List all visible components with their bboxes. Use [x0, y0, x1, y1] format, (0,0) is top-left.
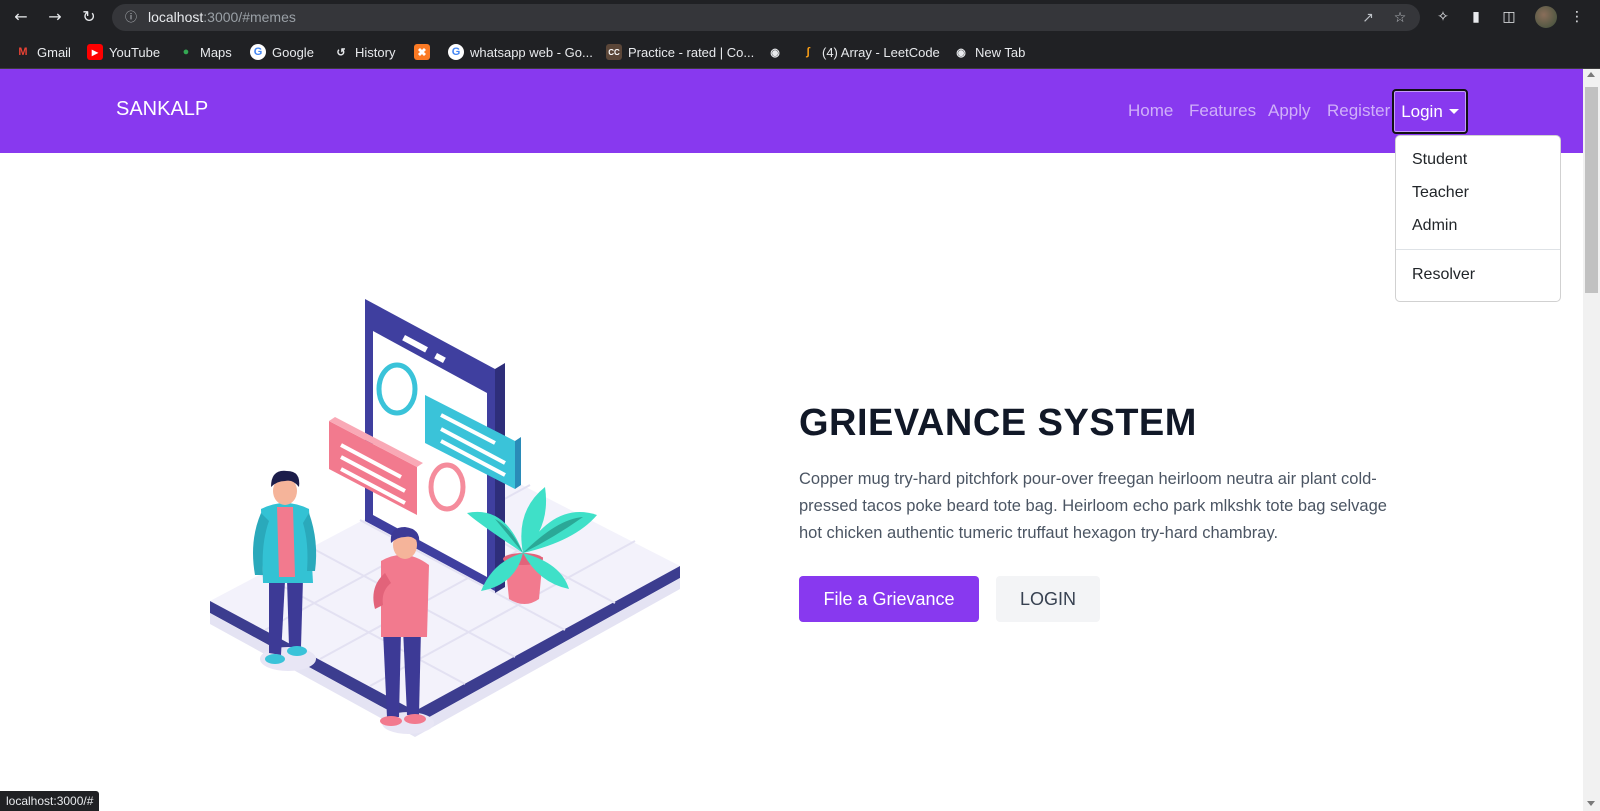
history-icon: ↺: [336, 46, 346, 59]
leetcode-icon: ∫: [806, 46, 810, 58]
person1-leg-right: [287, 579, 303, 647]
bookmark-youtube[interactable]: ▶ YouTube: [87, 42, 160, 62]
file-grievance-button[interactable]: File a Grievance: [799, 576, 979, 622]
scroll-up-arrow-icon[interactable]: [1587, 72, 1595, 77]
dropdown-item-admin[interactable]: Admin: [1412, 217, 1457, 235]
bookmark-whatsapp[interactable]: G whatsapp web - Go...: [448, 42, 593, 62]
person1-shirt: [277, 507, 295, 577]
nav-home[interactable]: Home: [1128, 101, 1173, 121]
side-panel-icon[interactable]: ◫: [1498, 6, 1520, 28]
page-scrollbar[interactable]: [1583, 69, 1600, 811]
bookmark-google[interactable]: G Google: [250, 42, 314, 62]
brand-logo[interactable]: SANKALP: [116, 98, 208, 121]
extensions-puzzle-icon[interactable]: ▮: [1465, 6, 1487, 28]
hero-login-button[interactable]: LOGIN: [996, 576, 1100, 622]
bookmark-leetcode[interactable]: ∫ (4) Array - LeetCode: [800, 42, 939, 62]
dropdown-item-student[interactable]: Student: [1412, 151, 1467, 169]
globe-icon: ◉: [770, 46, 780, 59]
person1-shoe-right: [287, 646, 307, 656]
status-bar-url: localhost:3000/#: [0, 791, 100, 811]
dropdown-item-resolver[interactable]: Resolver: [1412, 266, 1475, 284]
scroll-down-arrow-icon[interactable]: [1587, 801, 1595, 806]
card-teal-edge: [515, 437, 521, 489]
site-info-icon[interactable]: ⓘ: [122, 8, 140, 26]
address-bar[interactable]: ⓘ localhost:3000/#memes ↗ ☆: [112, 4, 1420, 31]
person2-shoe-left: [380, 716, 402, 726]
back-icon[interactable]: ←: [10, 6, 32, 28]
nav-apply[interactable]: Apply: [1268, 101, 1311, 121]
maps-icon: ●: [182, 46, 190, 58]
page-viewport: SANKALP Home Features Apply Register Log…: [0, 69, 1583, 811]
bookmark-star-icon[interactable]: ☆: [1390, 8, 1410, 28]
forward-icon[interactable]: →: [44, 6, 66, 28]
nav-register[interactable]: Register: [1327, 101, 1390, 121]
globe-icon: ◉: [956, 46, 966, 59]
dropdown-divider: [1396, 249, 1560, 250]
browser-toolbar: ← → ↻ ⓘ localhost:3000/#memes ↗ ☆ ✧ ▮ ◫ …: [0, 0, 1600, 34]
hero-description: Copper mug try-hard pitchfork pour-over …: [799, 470, 1387, 542]
nav-features[interactable]: Features: [1189, 101, 1256, 121]
login-dropdown-menu: Student Teacher Admin Resolver: [1395, 135, 1561, 302]
caret-down-icon: [1448, 109, 1459, 114]
person1-shoe-left: [265, 654, 285, 664]
dropdown-item-teacher[interactable]: Teacher: [1412, 184, 1469, 202]
bookmark-new-tab[interactable]: ◉ New Tab: [953, 42, 1025, 62]
bookmarks-bar: M Gmail ▶ YouTube ● Maps G Google ↺ Hist…: [0, 34, 1600, 69]
menu-kebab-icon[interactable]: ⋮: [1566, 6, 1588, 28]
xampp-icon: ✖: [414, 44, 430, 60]
gmail-icon: M: [18, 46, 28, 58]
reload-icon[interactable]: ↻: [78, 6, 100, 28]
site-navbar: SANKALP Home Features Apply Register Log…: [0, 69, 1583, 153]
bookmark-maps[interactable]: ● Maps: [178, 42, 232, 62]
bookmark-gmail[interactable]: M Gmail: [15, 42, 71, 62]
profile-avatar[interactable]: [1535, 6, 1557, 28]
google-icon: G: [250, 44, 266, 60]
bookmark-codechef[interactable]: CC Practice - rated | Co...: [606, 42, 754, 62]
login-dropdown-toggle[interactable]: Login: [1392, 89, 1468, 134]
bookmark-xampp[interactable]: ✖: [414, 42, 430, 62]
share-icon[interactable]: ↗: [1358, 8, 1378, 28]
hero-illustration: [210, 299, 680, 737]
bookmark-history[interactable]: ↺ History: [333, 42, 395, 62]
bookmark-globe[interactable]: ◉: [767, 42, 783, 62]
google-icon: G: [448, 44, 464, 60]
youtube-icon: ▶: [87, 44, 103, 60]
codechef-icon: CC: [606, 44, 622, 60]
extension-tool-icon[interactable]: ✧: [1432, 6, 1454, 28]
person2-sweater: [381, 554, 429, 637]
address-url[interactable]: localhost:3000/#memes: [148, 9, 296, 25]
person2-shoe-right: [404, 714, 426, 724]
hero-title: GRIEVANCE SYSTEM: [799, 402, 1197, 444]
scroll-thumb[interactable]: [1585, 87, 1598, 293]
